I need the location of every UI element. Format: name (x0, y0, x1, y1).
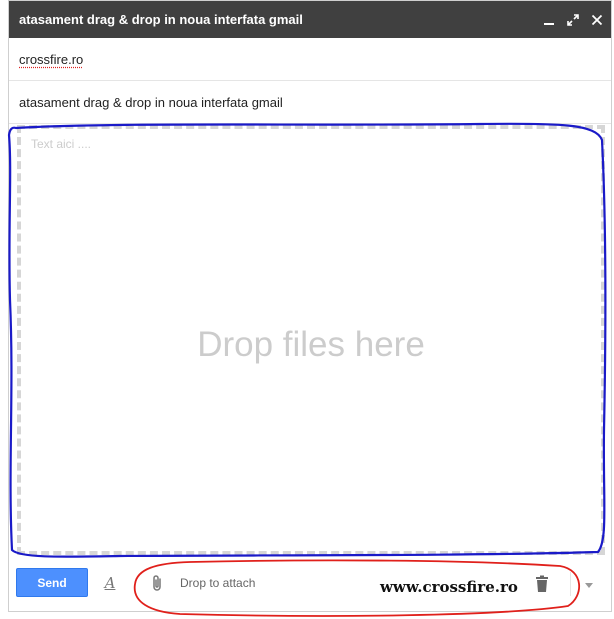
popout-icon[interactable] (567, 13, 579, 26)
paperclip-icon (150, 574, 164, 592)
watermark-text: www.crossfire.ro (380, 578, 518, 596)
toolbar-divider (570, 572, 571, 596)
format-label: A (104, 574, 116, 592)
minimize-icon[interactable] (543, 14, 555, 26)
compose-titlebar[interactable]: atasament drag & drop in noua interfata … (9, 1, 611, 38)
format-text-icon[interactable]: A (102, 572, 118, 594)
trash-icon[interactable] (535, 575, 549, 593)
to-recipient[interactable]: crossfire.ro (19, 52, 83, 67)
compose-toolbar: Send A Drop to attach www.crossfire.ro (9, 564, 611, 604)
subject-value: atasament drag & drop in noua interfata … (19, 94, 283, 110)
window-controls (543, 13, 611, 26)
drop-files-text: Drop files here (197, 325, 425, 364)
to-field[interactable]: crossfire.ro (9, 38, 611, 81)
page: atasament drag & drop in noua interfata … (0, 0, 614, 619)
chevron-down-icon[interactable] (583, 578, 595, 590)
close-icon[interactable] (591, 14, 603, 26)
compose-title: atasament drag & drop in noua interfata … (19, 12, 303, 27)
attach-label: Drop to attach (180, 576, 256, 590)
drop-zone[interactable]: Text aici .... Drop files here (17, 125, 605, 555)
compose-window: atasament drag & drop in noua interfata … (8, 0, 612, 612)
send-button[interactable]: Send (16, 568, 88, 597)
subject-field[interactable]: atasament drag & drop in noua interfata … (9, 81, 611, 124)
body-placeholder: Text aici .... (31, 137, 92, 151)
